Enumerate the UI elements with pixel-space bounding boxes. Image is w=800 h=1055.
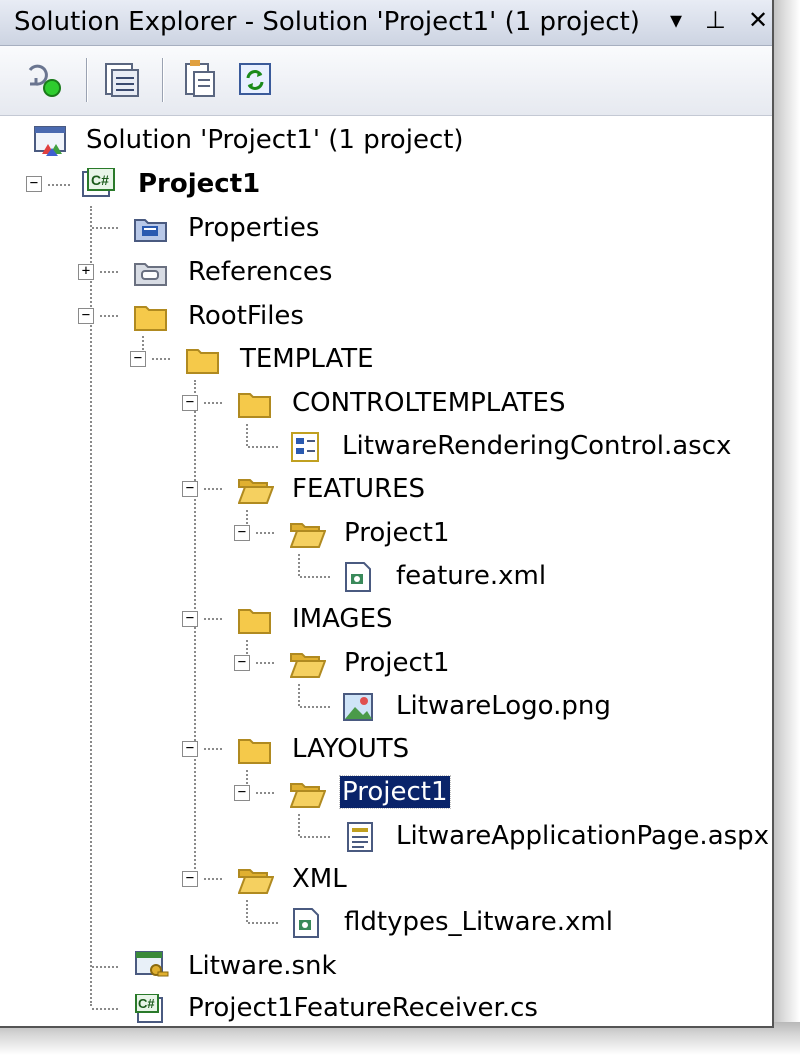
references-folder-icon	[134, 258, 167, 286]
features-expander[interactable]: −	[182, 481, 198, 497]
rootfiles-expander[interactable]: −	[78, 308, 94, 324]
tree-node-features-project1[interactable]: Project1	[342, 517, 452, 549]
xml-folder-expander[interactable]: −	[182, 871, 198, 887]
tree-node-template[interactable]: TEMPLATE	[238, 343, 376, 375]
tree-node-logo-png[interactable]: LitwareLogo.png	[394, 690, 613, 722]
folder-icon	[238, 605, 271, 634]
open-folder-icon	[289, 649, 327, 678]
open-folder-icon	[289, 519, 327, 548]
title-bar: Solution Explorer - Solution 'Project1' …	[0, 0, 772, 46]
dropdown-icon[interactable]: ▾	[670, 6, 682, 34]
key-file-icon	[134, 950, 169, 978]
tree-node-receiver-cs[interactable]: Project1FeatureReceiver.cs	[186, 992, 540, 1024]
window-title: Solution Explorer - Solution 'Project1' …	[14, 7, 640, 37]
svg-text:C#: C#	[138, 996, 155, 1011]
properties-button[interactable]	[22, 58, 66, 102]
tree-node-solution[interactable]: Solution 'Project1' (1 project)	[84, 124, 466, 156]
features-project1-expander[interactable]: −	[234, 525, 250, 541]
images-expander[interactable]: −	[182, 611, 198, 627]
folder-icon	[238, 389, 271, 418]
show-all-files-icon	[105, 63, 139, 97]
tree-node-rootfiles[interactable]: RootFiles	[186, 300, 306, 332]
tree-node-references[interactable]: References	[186, 256, 334, 288]
image-file-icon	[342, 692, 373, 721]
tree-node-features[interactable]: FEATURES	[290, 473, 427, 505]
folder-icon	[186, 345, 219, 374]
solution-explorer-window: Solution Explorer - Solution 'Project1' …	[0, 0, 774, 1028]
tree-node-images-project1[interactable]: Project1	[342, 647, 452, 679]
tree-node-aspx-file[interactable]: LitwareApplicationPage.aspx	[394, 820, 771, 852]
template-expander[interactable]: −	[130, 351, 146, 367]
web-page-file-icon	[344, 822, 374, 852]
properties-icon	[28, 64, 61, 97]
tree-node-snk-file[interactable]: Litware.snk	[186, 950, 339, 982]
tree-node-layouts[interactable]: LAYOUTS	[290, 733, 411, 765]
references-expander[interactable]: +	[78, 264, 94, 280]
tree-node-xml-folder[interactable]: XML	[290, 863, 349, 895]
solution-tree: Solution 'Project1' (1 project) − C# Pro…	[0, 118, 772, 1026]
tree-node-fldtypes-xml[interactable]: fldtypes_Litware.xml	[342, 906, 615, 938]
pin-icon[interactable]: ⊥	[705, 6, 726, 34]
open-folder-icon	[237, 475, 275, 504]
csharp-project-icon: C#	[82, 167, 115, 197]
tree-node-ascx-file[interactable]: LitwareRenderingControl.ascx	[340, 430, 733, 462]
tree-node-feature-xml[interactable]: feature.xml	[394, 560, 548, 592]
tree-node-project1[interactable]: Project1	[136, 168, 262, 200]
open-folder-icon	[237, 865, 275, 894]
toolbar	[0, 46, 772, 116]
solution-icon	[34, 126, 66, 156]
user-control-file-icon	[290, 432, 320, 462]
csharp-file-icon: C#	[134, 993, 164, 1023]
images-project1-expander[interactable]: −	[234, 655, 250, 671]
properties-folder-icon	[134, 214, 167, 242]
close-icon[interactable]: ✕	[748, 6, 768, 34]
tree-node-controltemplates[interactable]: CONTROLTEMPLATES	[290, 387, 567, 419]
tree-node-images[interactable]: IMAGES	[290, 603, 395, 635]
layouts-project1-expander[interactable]: −	[234, 785, 250, 801]
refresh-icon	[239, 63, 271, 95]
svg-text:C#: C#	[91, 172, 109, 188]
show-all-files-button[interactable]	[100, 58, 144, 102]
view-code-button[interactable]	[178, 58, 222, 102]
view-code-icon	[185, 60, 215, 97]
refresh-button[interactable]	[234, 58, 278, 102]
project-expander[interactable]: −	[26, 176, 42, 192]
folder-icon	[238, 735, 271, 764]
open-folder-icon	[289, 779, 327, 808]
folder-icon	[134, 302, 167, 331]
controltemplates-expander[interactable]: −	[182, 395, 198, 411]
tree-node-properties[interactable]: Properties	[186, 212, 321, 244]
xml-file-icon	[290, 908, 320, 938]
xml-file-icon	[342, 562, 372, 592]
page-shadow-right	[770, 0, 800, 1055]
layouts-expander[interactable]: −	[182, 741, 198, 757]
tree-node-layouts-project1[interactable]: Project1	[339, 775, 451, 809]
